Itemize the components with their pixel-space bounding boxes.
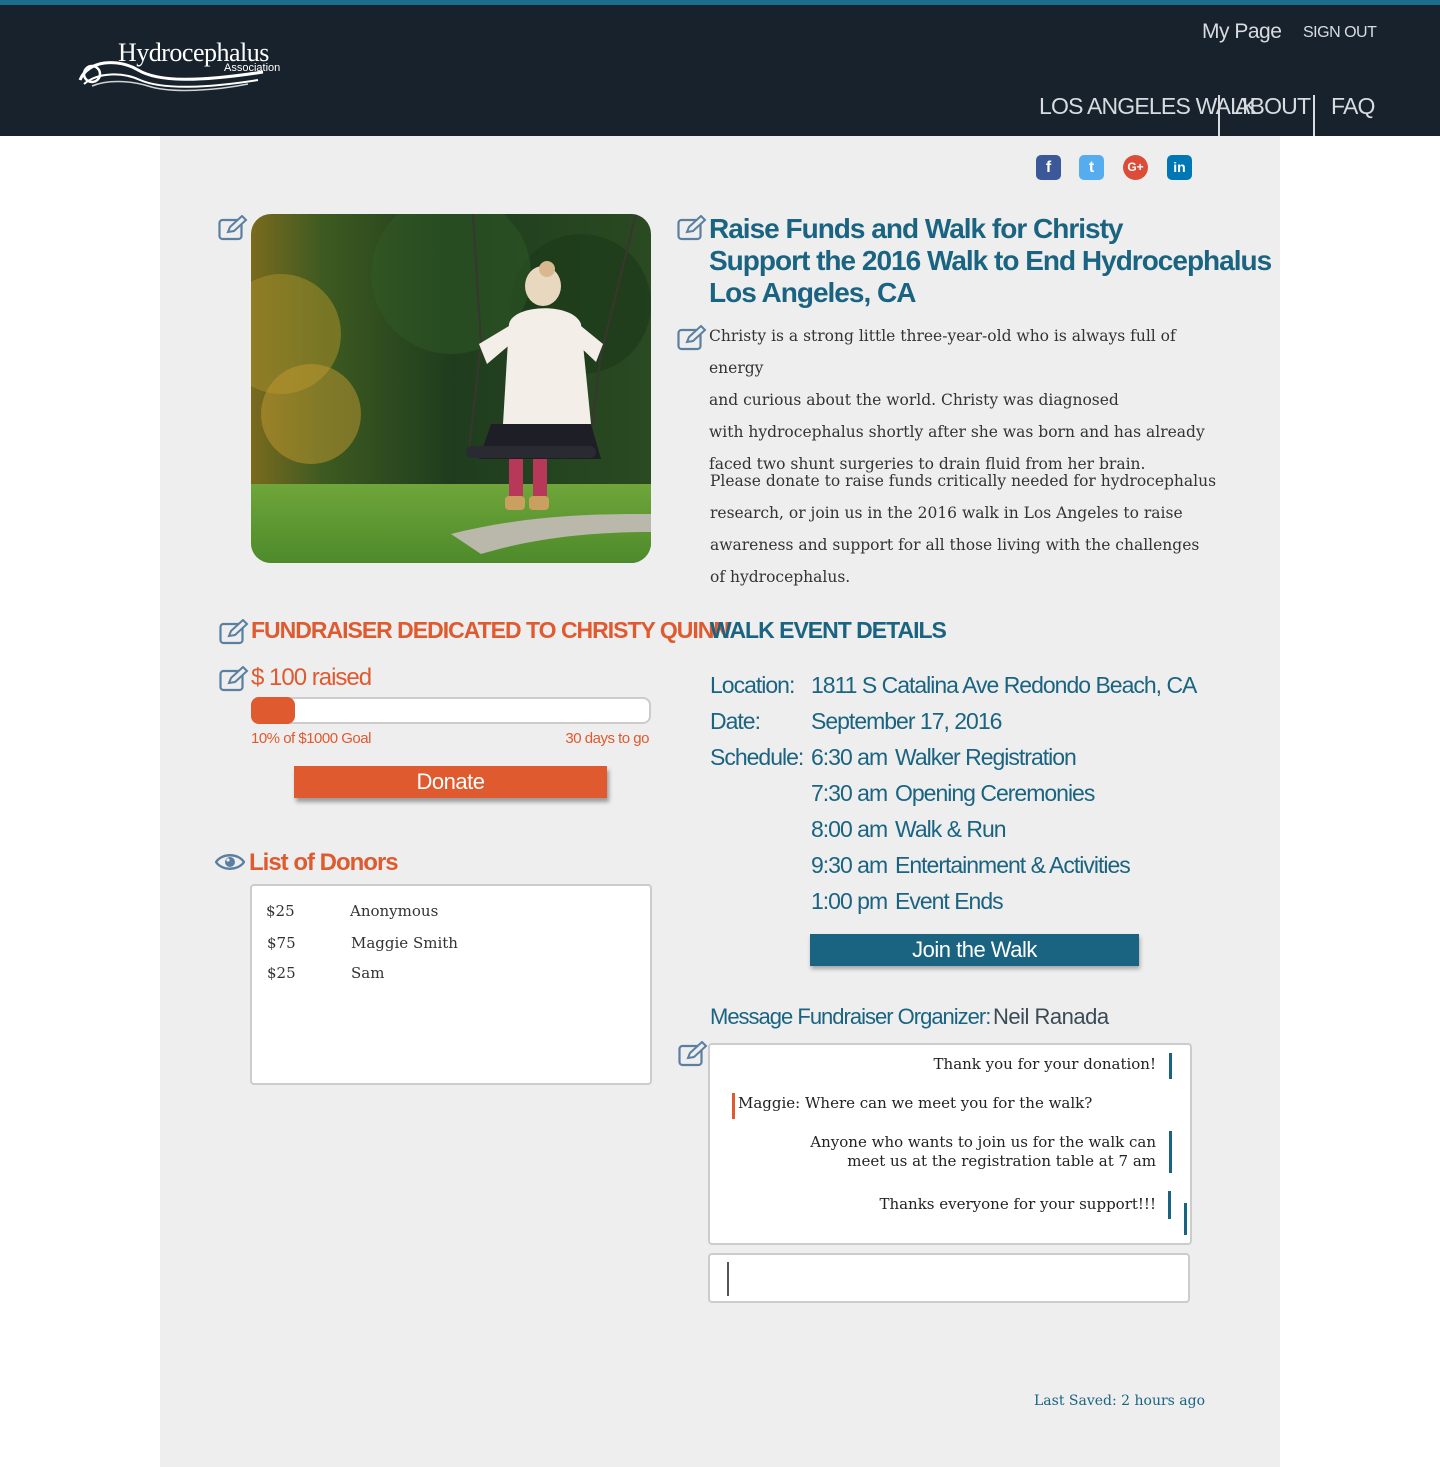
join-walk-button[interactable]: Join the Walk — [810, 934, 1139, 966]
google-plus-icon[interactable]: G+ — [1123, 155, 1148, 180]
donor-amount: $75 — [267, 934, 296, 952]
donor-name: Sam — [351, 964, 385, 982]
edit-title-icon[interactable] — [677, 215, 707, 241]
date-value: September 17, 2016 — [811, 708, 1002, 734]
schedule-event: Opening Ceremonies — [895, 780, 1095, 806]
schedule-time: 9:30 am — [811, 852, 888, 878]
schedule-label: Schedule: — [710, 744, 804, 770]
message-organizer-label: Message Fundraiser Organizer: — [710, 1004, 991, 1029]
message-donor: Maggie: Where can we meet you for the wa… — [738, 1094, 1093, 1112]
donors-list: $25 Anonymous $75 Maggie Smith $25 Sam — [250, 884, 652, 1085]
nav-divider — [1313, 95, 1315, 136]
message-line: meet us at the registration table at 7 a… — [847, 1152, 1156, 1170]
organizer-name: Neil Ranada — [993, 1004, 1109, 1029]
edit-description-icon[interactable] — [677, 325, 707, 351]
schedule-event: Entertainment & Activities — [895, 852, 1131, 878]
date-label: Date: — [710, 708, 761, 734]
campaign-photo — [251, 214, 651, 563]
schedule-time: 1:00 pm — [811, 888, 888, 914]
last-saved-status: Last Saved: 2 hours ago — [1034, 1393, 1206, 1409]
message-thread[interactable]: Thank you for your donation! Maggie: Whe… — [708, 1043, 1192, 1245]
nav-los-angeles-walk[interactable]: LOS ANGELES WALK — [1039, 93, 1258, 120]
organizer-message-marker — [1169, 1131, 1172, 1173]
campaign-title-line-3: Los Angeles, CA — [709, 277, 916, 308]
appeal-line: Please donate to raise funds critically … — [710, 472, 1217, 490]
appeal-line: of hydrocephalus. — [710, 568, 851, 586]
schedule-event: Walker Registration — [895, 744, 1077, 770]
progress-fill — [251, 697, 295, 724]
donors-title: List of Donors — [249, 849, 399, 876]
story-line: with hydrocephalus shortly after she was… — [709, 423, 1205, 441]
linkedin-icon[interactable]: in — [1167, 155, 1192, 180]
campaign-title-line-2: Support the 2016 Walk to End Hydrocephal… — [709, 245, 1272, 276]
campaign-appeal: Please donate to raise funds critically … — [710, 465, 1230, 593]
schedule-time: 8:00 am — [811, 816, 888, 842]
nav-divider — [1218, 95, 1220, 136]
edit-dedication-icon[interactable] — [219, 619, 249, 645]
edit-goal-icon[interactable] — [219, 666, 249, 692]
nav-about[interactable]: ABOUT — [1235, 93, 1311, 120]
appeal-line: awareness and support for all those livi… — [710, 536, 1200, 554]
appeal-line: research, or join us in the 2016 walk in… — [710, 504, 1183, 522]
facebook-icon[interactable]: f — [1036, 155, 1061, 180]
edit-messages-icon[interactable] — [678, 1041, 708, 1067]
campaign-story: Christy is a strong little three-year-ol… — [709, 320, 1229, 480]
donor-amount: $25 — [267, 964, 296, 982]
twitter-icon[interactable]: t — [1079, 155, 1104, 180]
nav-faq[interactable]: FAQ — [1331, 93, 1375, 120]
donate-button[interactable]: Donate — [294, 766, 607, 798]
schedule-event: Event Ends — [895, 888, 1004, 914]
donor-name: Maggie Smith — [351, 934, 458, 952]
fundraiser-dedication: FUNDRAISER DEDICATED TO CHRISTY QUINN — [251, 617, 730, 643]
walk-details-title: WALK EVENT DETAILS — [710, 617, 947, 643]
goal-text: 10% of $1000 Goal — [251, 730, 371, 747]
organizer-message-marker — [1168, 1191, 1171, 1219]
sign-out-link[interactable]: SIGN OUT — [1303, 24, 1377, 42]
message-scrollbar[interactable] — [1184, 1203, 1187, 1235]
schedule-time: 6:30 am — [811, 744, 888, 770]
campaign-title-line-1: Raise Funds and Walk for Christy — [709, 213, 1123, 244]
message-organizer: Thank you for your donation! — [933, 1055, 1156, 1073]
hydrocephalus-association-logo[interactable]: Hydrocephalus Association — [78, 38, 288, 98]
text-caret — [727, 1262, 729, 1296]
donor-message-marker — [732, 1093, 735, 1119]
amount-raised: $ 100 raised — [251, 664, 372, 691]
edit-photo-icon[interactable] — [218, 215, 248, 241]
message-organizer: Thanks everyone for your support!!! — [879, 1195, 1156, 1213]
location-label: Location: — [710, 672, 795, 698]
message-input[interactable] — [708, 1253, 1190, 1303]
organizer-message-marker — [1169, 1053, 1172, 1079]
story-line: and curious about the world. Christy was… — [709, 391, 1119, 409]
donor-amount: $25 — [266, 902, 295, 920]
donor-name: Anonymous — [350, 902, 439, 920]
my-page-link[interactable]: My Page — [1202, 20, 1282, 44]
message-line: Anyone who wants to join us for the walk… — [810, 1133, 1156, 1151]
message-organizer: Anyone who wants to join us for the walk… — [810, 1133, 1156, 1171]
location-value: 1811 S Catalina Ave Redondo Beach, CA — [811, 672, 1197, 698]
days-remaining: 30 days to go — [565, 730, 649, 747]
schedule-time: 7:30 am — [811, 780, 888, 806]
schedule-event: Walk & Run — [895, 816, 1007, 842]
story-line: Christy is a strong little three-year-ol… — [709, 327, 1176, 377]
eye-icon[interactable] — [215, 852, 245, 872]
logo-subtitle: Association — [224, 62, 281, 74]
progress-track — [251, 697, 651, 724]
